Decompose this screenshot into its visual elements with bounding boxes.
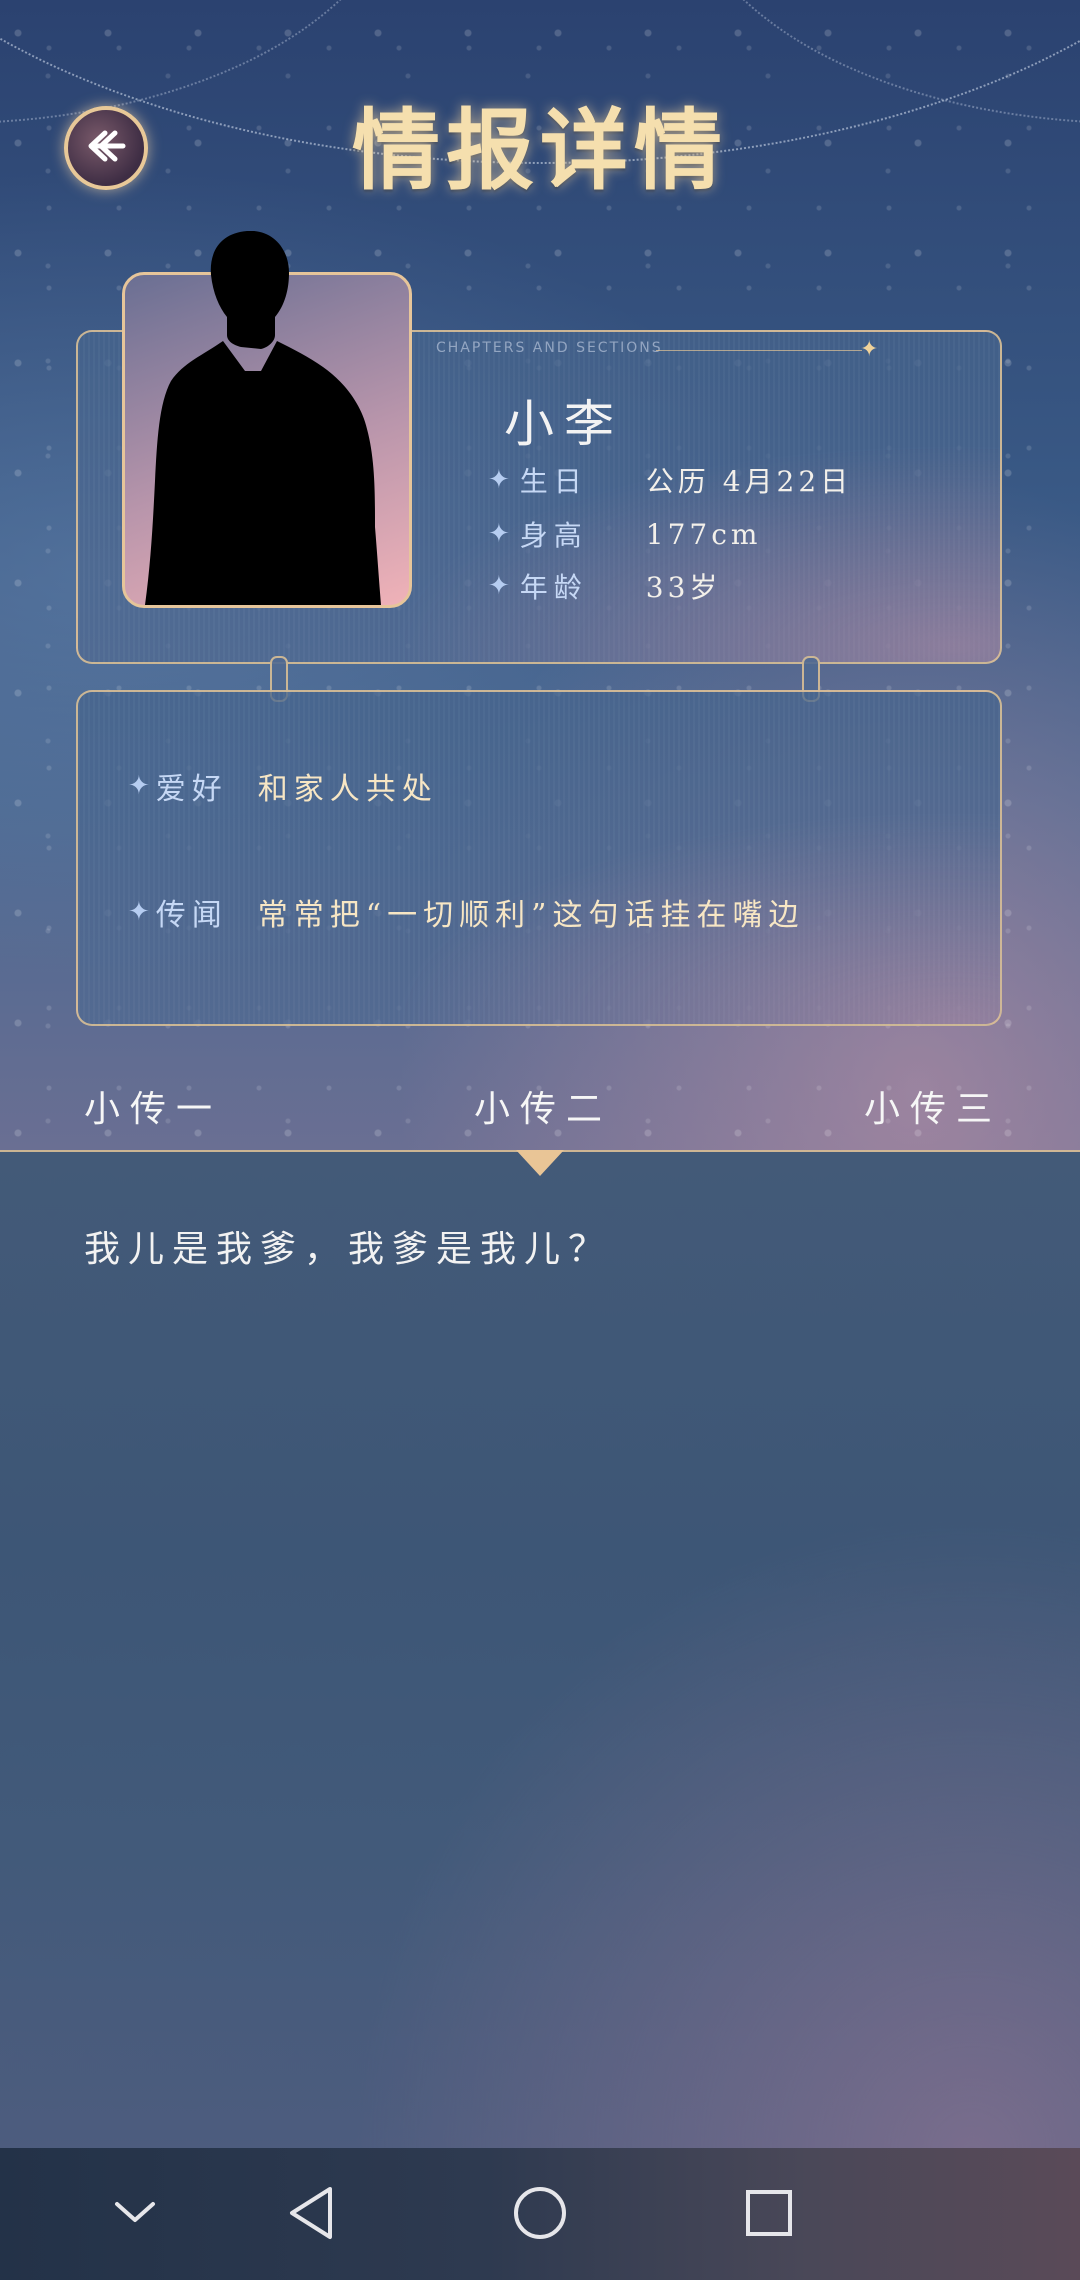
info-label: 身高 xyxy=(519,519,588,552)
tab-indicator xyxy=(516,1150,564,1176)
detail-card xyxy=(76,690,1002,1026)
back-triangle-icon xyxy=(290,2187,332,2239)
decorative-line xyxy=(656,350,862,351)
detail-row-hobby: ✦ 爱好 和家人共处 xyxy=(128,764,438,808)
nav-hide-button[interactable] xyxy=(100,2178,170,2248)
info-label: 年龄 xyxy=(519,571,588,604)
chapters-label: CHAPTERS AND SECTIONS xyxy=(436,340,663,356)
tab-story-3[interactable]: 小传三 xyxy=(864,1080,1002,1132)
plus-icon: ✦ xyxy=(488,465,510,495)
nav-recents-button[interactable] xyxy=(734,2178,804,2248)
info-row-birthday: ✦ 生日 公历 4月22日 xyxy=(488,460,852,500)
home-circle-icon xyxy=(514,2187,566,2239)
detail-label: 传闻 xyxy=(155,898,228,933)
character-name: 小李 xyxy=(504,395,624,453)
recents-square-icon xyxy=(746,2190,792,2236)
avatar xyxy=(122,231,412,608)
plus-icon: ✦ xyxy=(488,519,510,549)
info-value: 33岁 xyxy=(645,571,722,604)
info-value: 177cm xyxy=(645,517,762,551)
nav-home-button[interactable] xyxy=(505,2178,575,2248)
plus-icon: ✦ xyxy=(128,897,150,927)
info-row-age: ✦ 年龄 33岁 xyxy=(488,566,721,606)
story-text: 我儿是我爹，我爹是我儿？ xyxy=(84,1229,613,1270)
detail-row-rumor: ✦ 传闻 常常把“一切顺利”这句话挂在嘴边 xyxy=(128,890,804,934)
plus-icon: ✦ xyxy=(488,571,510,601)
detail-label: 爱好 xyxy=(155,772,228,807)
tab-story-2[interactable]: 小传二 xyxy=(474,1080,612,1132)
chevron-down-icon xyxy=(115,2202,155,2222)
info-value: 公历 4月22日 xyxy=(645,465,853,498)
detail-value: 常常把“一切顺利”这句话挂在嘴边 xyxy=(257,898,805,933)
info-row-height: ✦ 身高 177cm xyxy=(488,514,761,554)
sparkle-icon: ✦ xyxy=(860,337,879,362)
page-title: 情报详情 xyxy=(351,98,728,202)
tab-story-1[interactable]: 小传一 xyxy=(84,1080,222,1132)
app-screen: 情报详情 CHAPTERS AND SECTIONS ✦ 小李 ✦ 生日 公历 … xyxy=(0,0,1080,2280)
detail-value: 和家人共处 xyxy=(257,772,438,807)
nav-back-button[interactable] xyxy=(276,2178,346,2248)
info-label: 生日 xyxy=(519,465,588,498)
plus-icon: ✦ xyxy=(128,771,150,801)
story-panel xyxy=(0,1150,1080,2152)
silhouette-icon xyxy=(145,231,381,605)
